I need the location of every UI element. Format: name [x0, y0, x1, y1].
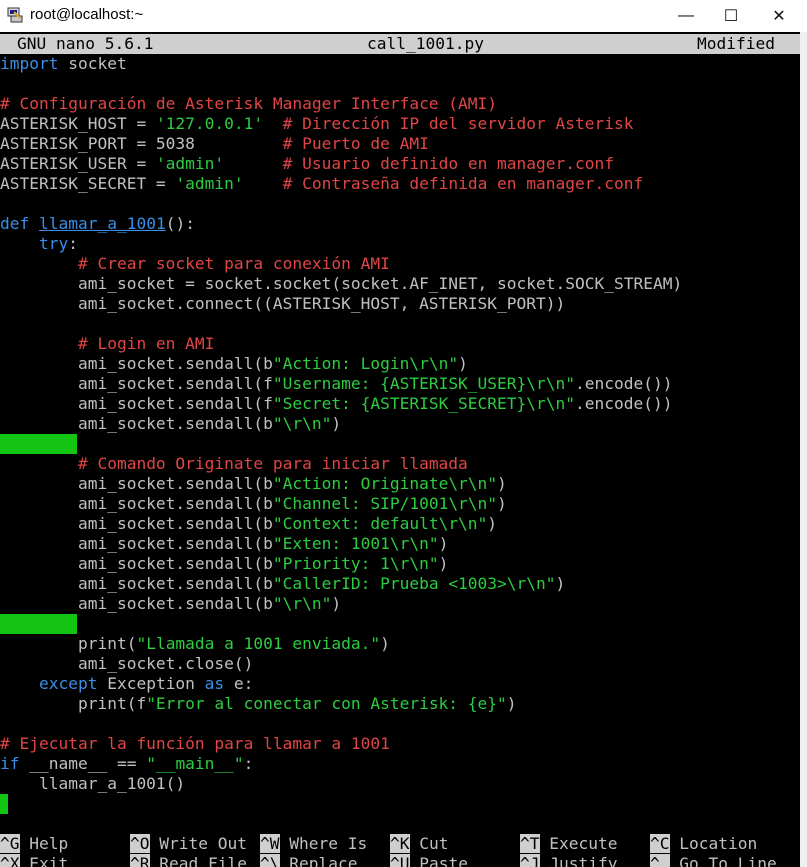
code-line[interactable]: ami_socket.sendall(b"Priority: 1\r\n")	[0, 554, 448, 574]
maximize-icon: ☐	[723, 8, 739, 25]
code-line[interactable]: ami_socket.close()	[0, 654, 253, 674]
code-line[interactable]: # Crear socket para conexión AMI	[0, 254, 390, 274]
whitespace-highlight	[0, 614, 77, 634]
code-line[interactable]: # Configuración de Asterisk Manager Inte…	[0, 94, 497, 114]
code-line[interactable]: ami_socket.sendall(f"Username: {ASTERISK…	[0, 374, 673, 394]
minimize-button[interactable]: —	[663, 0, 709, 32]
code-line[interactable]: def llamar_a_1001():	[0, 214, 195, 234]
code-line[interactable]: ASTERISK_HOST = '127.0.0.1' # Dirección …	[0, 114, 634, 134]
whitespace-highlight	[0, 434, 77, 454]
code-line[interactable]: except Exception as e:	[0, 674, 253, 694]
code-line[interactable]: import socket	[0, 54, 127, 74]
code-line[interactable]: ASTERISK_PORT = 5038 # Puerto de AMI	[0, 134, 429, 154]
code-line[interactable]: ami_socket.sendall(b"Exten: 1001\r\n")	[0, 534, 448, 554]
close-icon: ✕	[772, 8, 786, 25]
terminal[interactable]: GNU nano 5.6.1 call_1001.py Modified imp…	[0, 32, 800, 867]
code-line[interactable]: llamar_a_1001()	[0, 774, 185, 794]
text-cursor	[0, 794, 8, 814]
window-title: root@localhost:~	[30, 6, 144, 23]
code-line[interactable]: ami_socket.sendall(b"Action: Originate\r…	[0, 474, 507, 494]
shortcut-cut[interactable]: ^K Cut	[390, 834, 449, 854]
code-line[interactable]: try:	[0, 234, 78, 254]
shortcut-exit[interactable]: ^X Exit	[0, 854, 68, 867]
shortcut-where-is[interactable]: ^W Where Is	[260, 834, 367, 854]
shortcut-replace[interactable]: ^\ Replace	[260, 854, 357, 867]
code-line[interactable]: ami_socket.connect((ASTERISK_HOST, ASTER…	[0, 294, 565, 314]
nano-header: GNU nano 5.6.1 call_1001.py Modified	[0, 34, 800, 54]
code-line[interactable]: ami_socket.sendall(b"Action: Login\r\n")	[0, 354, 468, 374]
shortcut-write-out[interactable]: ^O Write Out	[130, 834, 247, 854]
minimize-icon: —	[678, 7, 694, 24]
file-name: call_1001.py	[367, 34, 484, 53]
code-line[interactable]: ami_socket.sendall(b"CallerID: Prueba <1…	[0, 574, 565, 594]
vertical-scrollbar[interactable]	[800, 32, 807, 867]
shortcut-help[interactable]: ^G Help	[0, 834, 68, 854]
shortcut-read-file[interactable]: ^R Read File	[130, 854, 247, 867]
code-line[interactable]: ami_socket.sendall(b"\r\n")	[0, 414, 341, 434]
code-line[interactable]: if __name__ == "__main__":	[0, 754, 253, 774]
window-titlebar: root@localhost:~ — ☐ ✕	[0, 0, 807, 32]
code-line[interactable]: ami_socket = socket.socket(socket.AF_INE…	[0, 274, 682, 294]
code-line[interactable]: print(f"Error al conectar con Asterisk: …	[0, 694, 517, 714]
close-button[interactable]: ✕	[756, 0, 802, 32]
shortcut-paste[interactable]: ^U Paste	[390, 854, 468, 867]
nano-version: GNU nano 5.6.1	[17, 34, 154, 53]
maximize-button[interactable]: ☐	[708, 0, 754, 32]
code-line[interactable]: # Ejecutar la función para llamar a 1001	[0, 734, 390, 754]
shortcut-go-to-line[interactable]: ^_ Go To Line	[650, 854, 777, 867]
shortcut-justify[interactable]: ^J Justify	[520, 854, 617, 867]
code-line[interactable]: ASTERISK_USER = 'admin' # Usuario defini…	[0, 154, 614, 174]
putty-icon[interactable]	[6, 6, 24, 24]
code-line[interactable]: ami_socket.sendall(b"\r\n")	[0, 594, 341, 614]
code-line[interactable]: # Comando Originate para iniciar llamada	[0, 454, 468, 474]
code-line[interactable]: ASTERISK_SECRET = 'admin' # Contraseña d…	[0, 174, 643, 194]
modified-status: Modified	[697, 34, 775, 53]
code-line[interactable]: ami_socket.sendall(f"Secret: {ASTERISK_S…	[0, 394, 673, 414]
shortcut-execute[interactable]: ^T Execute	[520, 834, 617, 854]
code-line[interactable]: print("Llamada a 1001 enviada.")	[0, 634, 390, 654]
code-line[interactable]: ami_socket.sendall(b"Context: default\r\…	[0, 514, 497, 534]
code-line[interactable]: ami_socket.sendall(b"Channel: SIP/1001\r…	[0, 494, 507, 514]
code-line[interactable]: # Login en AMI	[0, 334, 214, 354]
shortcut-location[interactable]: ^C Location	[650, 834, 757, 854]
